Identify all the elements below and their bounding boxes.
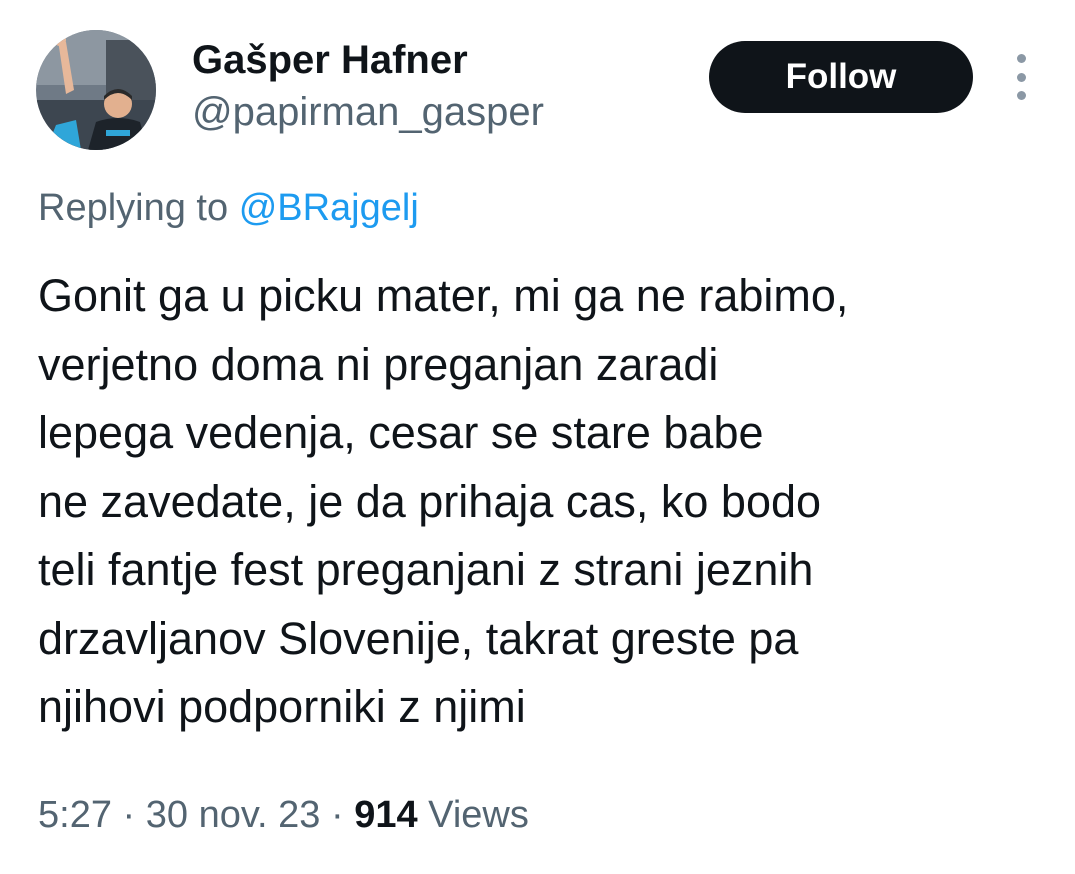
tweet-time[interactable]: 5:27 [38, 794, 112, 836]
more-dot [1016, 72, 1026, 82]
tweet-date[interactable]: 30 nov. 23 [146, 794, 321, 836]
more-dot [1016, 54, 1026, 63]
more-dot [1016, 91, 1026, 100]
tweet-text-line: lepega vedenja, cesar se stare babe [38, 407, 764, 458]
author-handle[interactable]: @papirman_gasper [192, 88, 544, 136]
views-label[interactable]: Views [428, 794, 529, 836]
profile-photo-icon [36, 30, 156, 150]
tweet-meta: 5:27 · 30 nov. 23 · 914 Views [38, 790, 529, 840]
tweet-text-line: drzavljanov Slovenije, takrat greste pa [38, 612, 799, 664]
author-display-name[interactable]: Gašper Hafner [192, 36, 468, 84]
tweet-text-line: teli fantje fest preganjani z strani jez… [38, 544, 814, 595]
tweet-text-line: Gonit ga u picku mater, mi ga ne rabimo, [38, 270, 849, 321]
tweet-text: Gonit ga u picku mater, mi ga ne rabimo,… [38, 262, 1048, 742]
reply-to-handle-link[interactable]: @BRajgelj [239, 187, 419, 229]
tweet-text-line: njihovi podporniki z njimi [38, 681, 526, 732]
avatar[interactable] [36, 30, 156, 150]
meta-separator: · [330, 794, 344, 836]
tweet-text-line: ne zavedate, je da prihaja cas, ko bodo [38, 475, 822, 527]
reply-prefix: Replying to [38, 187, 229, 229]
follow-button[interactable]: Follow [709, 41, 973, 113]
meta-separator: · [122, 794, 136, 836]
views-count[interactable]: 914 [354, 794, 417, 836]
tweet-text-line: verjetno doma ni preganjan zaradi [38, 338, 719, 390]
reply-context: Replying to @BRajgelj [38, 184, 419, 232]
more-options-icon[interactable] [1004, 54, 1038, 100]
